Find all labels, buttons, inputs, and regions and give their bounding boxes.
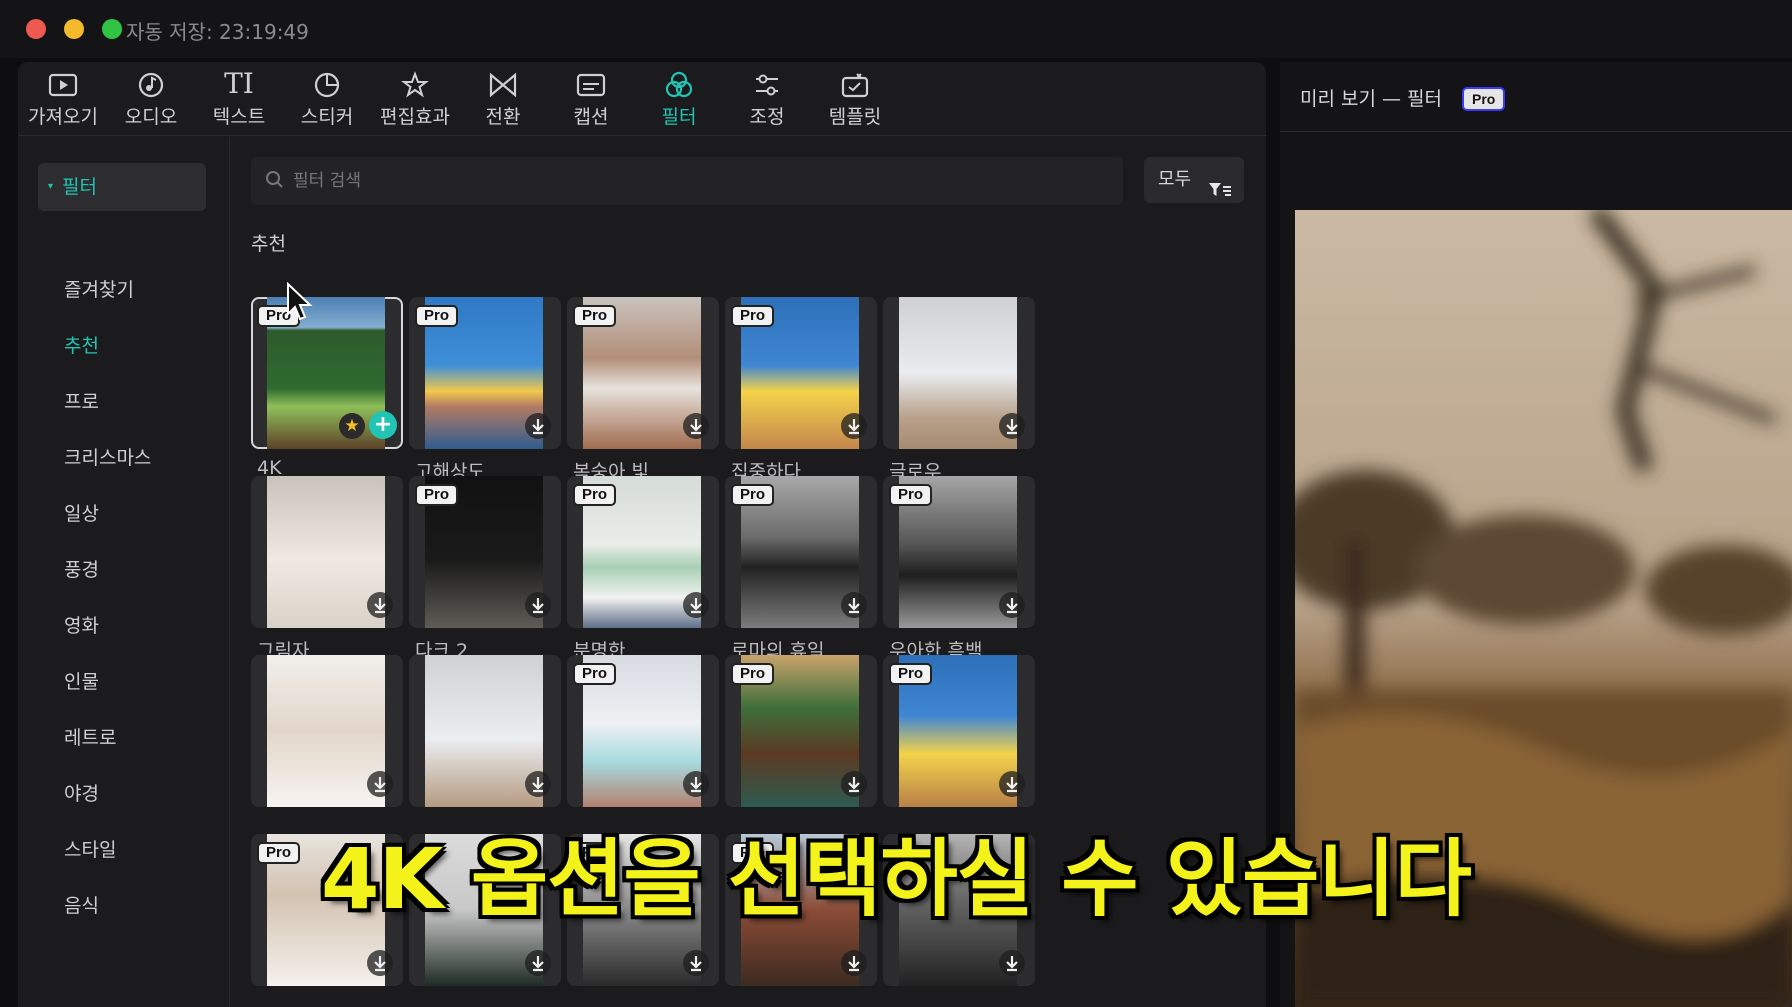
download-icon[interactable] [367, 950, 393, 976]
sidebar-item-retro[interactable]: 레트로 [64, 723, 116, 750]
main-toolbar: 가져오기 오디오 TI 텍스트 스티커 편집효과 전환 캡션 필터 조정 템플릿 [18, 62, 1266, 136]
filter-icon [634, 66, 724, 102]
pro-badge: Pro [889, 663, 933, 685]
download-icon[interactable] [525, 771, 551, 797]
filter-card[interactable] [251, 476, 403, 628]
filter-type-dropdown[interactable]: 모두 [1144, 157, 1244, 203]
sort-filter-icon [1208, 171, 1232, 217]
filter-card[interactable]: Pro [725, 476, 877, 628]
download-icon[interactable] [367, 771, 393, 797]
filter-card[interactable]: Pro [883, 655, 1035, 807]
filter-card[interactable] [251, 655, 403, 807]
pro-badge: Pro [731, 305, 775, 327]
adjust-icon [722, 66, 812, 102]
zoom-window-button[interactable] [102, 19, 122, 39]
sidebar-item-daily[interactable]: 일상 [64, 499, 99, 526]
add-filter-icon[interactable]: + [369, 411, 397, 439]
filter-card[interactable] [883, 297, 1035, 449]
pro-badge: Pro [573, 484, 617, 506]
tool-caption[interactable]: 캡션 [546, 66, 636, 132]
download-icon[interactable] [841, 592, 867, 618]
filter-card[interactable]: Pro [567, 297, 719, 449]
filter-card[interactable]: Pro ★ + [251, 297, 403, 449]
download-icon[interactable] [999, 413, 1025, 439]
caption-icon [546, 66, 636, 102]
preview-pro-badge: Pro [1462, 87, 1506, 111]
pro-badge: Pro [573, 305, 617, 327]
tool-adjust[interactable]: 조정 [722, 66, 812, 132]
transition-icon [458, 66, 548, 102]
tool-audio[interactable]: 오디오 [106, 66, 196, 132]
download-icon[interactable] [683, 592, 709, 618]
pro-badge: Pro [731, 663, 775, 685]
close-window-button[interactable] [26, 19, 46, 39]
sticker-icon [282, 66, 372, 102]
filter-card[interactable]: Pro [725, 297, 877, 449]
pro-badge: Pro [889, 484, 933, 506]
download-icon[interactable] [841, 950, 867, 976]
filter-card[interactable]: Pro [725, 655, 877, 807]
download-icon[interactable] [367, 592, 393, 618]
download-icon[interactable] [683, 413, 709, 439]
download-icon[interactable] [525, 413, 551, 439]
sidebar-item-recommended[interactable]: 추천 [64, 331, 99, 358]
preview-header: 미리 보기 — 필터 Pro [1280, 62, 1792, 132]
sidebar-item-favorites[interactable]: 즐겨찾기 [64, 275, 134, 302]
tool-transition[interactable]: 전환 [458, 66, 548, 132]
effects-icon [370, 66, 460, 102]
download-icon[interactable] [999, 950, 1025, 976]
pro-badge: Pro [731, 484, 775, 506]
text-icon: TI [224, 67, 254, 100]
import-icon [18, 66, 108, 102]
download-icon[interactable] [683, 771, 709, 797]
autosave-status: 자동 저장: 23:19:49 [126, 20, 309, 44]
filter-card[interactable]: Pro [567, 476, 719, 628]
search-input[interactable] [293, 157, 1093, 205]
search-box [251, 157, 1123, 205]
download-icon[interactable] [999, 592, 1025, 618]
filter-card[interactable]: Pro [409, 297, 561, 449]
search-icon [265, 170, 285, 194]
sidebar-item-night[interactable]: 야경 [64, 779, 99, 806]
filter-card[interactable]: Pro [567, 655, 719, 807]
download-icon[interactable] [683, 950, 709, 976]
audio-icon [106, 66, 196, 102]
filter-card[interactable] [409, 655, 561, 807]
tool-template[interactable]: 템플릿 [810, 66, 900, 132]
tool-filter[interactable]: 필터 [634, 66, 724, 132]
download-icon[interactable] [999, 771, 1025, 797]
sidebar-item-christmas[interactable]: 크리스마스 [64, 443, 151, 470]
sidebar-item-pro[interactable]: 프로 [64, 387, 99, 414]
video-caption-subtitle: 4K 옵션을 선택하실 수 있습니다 [321, 830, 1472, 928]
sidebar-item-portrait[interactable]: 인물 [64, 667, 99, 694]
tool-import[interactable]: 가져오기 [18, 66, 108, 132]
title-bar: 자동 저장: 23:19:49 [0, 0, 1792, 58]
template-icon [810, 66, 900, 102]
download-icon[interactable] [525, 950, 551, 976]
section-title-recommended: 추천 [251, 233, 286, 255]
sidebar-item-movie[interactable]: 영화 [64, 611, 99, 638]
download-icon[interactable] [525, 592, 551, 618]
sidebar-header-filter[interactable]: ▾ 필터 [38, 163, 206, 211]
tool-effects[interactable]: 편집효과 [370, 66, 460, 132]
pro-badge: Pro [573, 663, 617, 685]
filter-card[interactable]: Pro [409, 476, 561, 628]
pro-badge: Pro [415, 305, 459, 327]
download-icon[interactable] [841, 413, 867, 439]
mouse-cursor-icon [286, 281, 314, 326]
favorite-star-icon[interactable]: ★ [339, 413, 365, 439]
preview-title: 미리 보기 — 필터 [1300, 88, 1442, 110]
sidebar-item-landscape[interactable]: 풍경 [64, 555, 99, 582]
tool-sticker[interactable]: 스티커 [282, 66, 372, 132]
filter-card[interactable]: Pro [883, 476, 1035, 628]
minimize-window-button[interactable] [64, 19, 84, 39]
pro-badge: Pro [415, 484, 459, 506]
caret-down-icon: ▾ [48, 181, 54, 192]
download-icon[interactable] [841, 771, 867, 797]
tool-text[interactable]: TI 텍스트 [194, 66, 284, 132]
